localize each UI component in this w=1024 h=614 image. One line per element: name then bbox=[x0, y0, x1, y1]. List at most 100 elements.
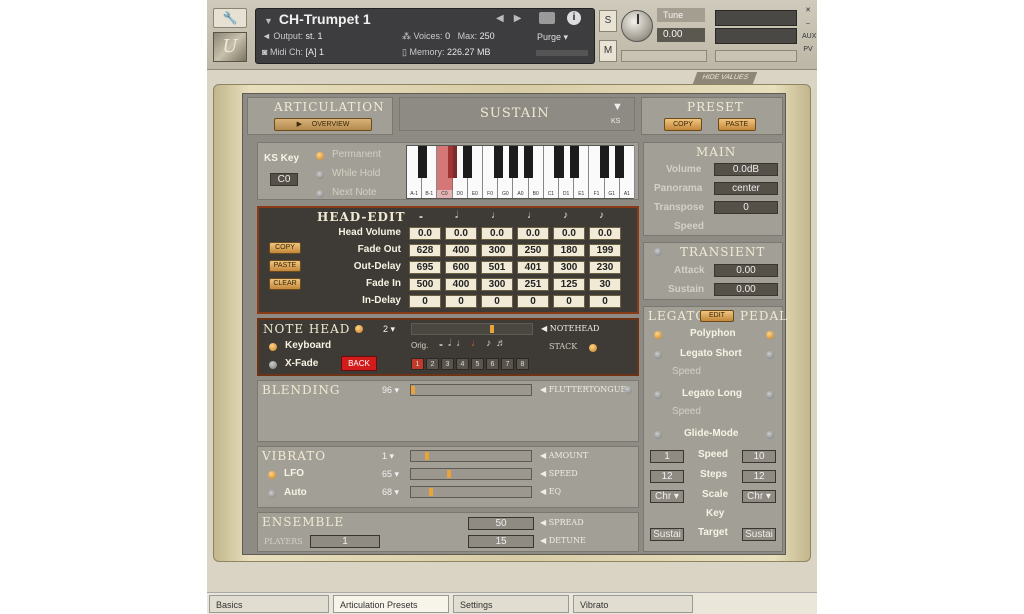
legato-long-option[interactable]: Legato Long bbox=[682, 388, 742, 399]
prev-next-arrows-icon[interactable]: ◀▶ bbox=[496, 13, 531, 24]
slider-thumb-icon[interactable] bbox=[425, 452, 429, 460]
lfo-option[interactable]: LFO bbox=[284, 468, 304, 479]
collapse-triangle-icon[interactable]: ▼ bbox=[264, 16, 273, 26]
lfo-radio-icon[interactable] bbox=[268, 471, 276, 479]
piano-black-key[interactable] bbox=[554, 146, 564, 178]
head-edit-value[interactable]: 0.0 bbox=[409, 227, 441, 240]
target-left-dropdown[interactable]: Sustai bbox=[650, 528, 684, 541]
info-icon[interactable]: i bbox=[567, 11, 581, 25]
next-note-option[interactable]: Next Note bbox=[332, 187, 376, 198]
articulation-selector[interactable]: SUSTAIN ▼ KS bbox=[399, 97, 635, 131]
wrench-icon[interactable]: 🔧 bbox=[213, 8, 247, 28]
vibrato-speed-slider[interactable] bbox=[410, 468, 532, 480]
blending-slider[interactable] bbox=[410, 384, 532, 396]
head-edit-clear-button[interactable]: CLEAR bbox=[269, 278, 301, 290]
glide-speed-right-value[interactable]: 10 bbox=[742, 450, 776, 463]
camera-icon[interactable] bbox=[539, 12, 555, 24]
head-edit-value[interactable]: 300 bbox=[481, 278, 513, 291]
head-edit-paste-button[interactable]: PASTE bbox=[269, 260, 301, 272]
head-edit-value[interactable]: 600 bbox=[445, 261, 477, 274]
xfade-option[interactable]: X-Fade bbox=[285, 358, 318, 369]
head-edit-value[interactable]: 628 bbox=[409, 244, 441, 257]
slider-thumb-icon[interactable] bbox=[490, 325, 494, 333]
blending-value[interactable]: 96 ▾ bbox=[382, 385, 399, 396]
note-head-page-button[interactable]: 7 bbox=[501, 358, 514, 370]
tab-articulation-presets[interactable]: Articulation Presets bbox=[333, 595, 449, 613]
head-edit-value[interactable]: 199 bbox=[589, 244, 621, 257]
head-edit-copy-button[interactable]: COPY bbox=[269, 242, 301, 254]
head-edit-value[interactable]: 695 bbox=[409, 261, 441, 274]
panorama-value[interactable]: center bbox=[714, 182, 778, 195]
head-edit-value[interactable]: 0 bbox=[517, 295, 549, 308]
note-head-toggle-icon[interactable] bbox=[355, 325, 363, 333]
instrument-name[interactable]: ▼ CH-Trumpet 1 bbox=[264, 11, 371, 27]
while-hold-radio-icon[interactable] bbox=[316, 171, 324, 179]
head-edit-value[interactable]: 400 bbox=[445, 244, 477, 257]
purge-dropdown[interactable]: Purge ▾ bbox=[537, 32, 568, 43]
head-edit-value[interactable]: 0.0 bbox=[481, 227, 513, 240]
head-edit-value[interactable]: 0 bbox=[481, 295, 513, 308]
piano-black-key[interactable] bbox=[508, 146, 518, 178]
head-edit-value[interactable]: 0.0 bbox=[517, 227, 549, 240]
dropdown-triangle-icon[interactable]: ▼ bbox=[612, 101, 623, 113]
next-note-radio-icon[interactable] bbox=[316, 190, 324, 198]
output-row[interactable]: ◄ Output: st. 1 bbox=[262, 31, 322, 41]
transpose-value[interactable]: 0 bbox=[714, 201, 778, 214]
head-edit-value[interactable]: 230 bbox=[589, 261, 621, 274]
half-note-icon[interactable]: 𝅗𝅥 bbox=[448, 338, 456, 349]
keyboard-radio-icon[interactable] bbox=[269, 343, 277, 351]
legato-long-right-icon[interactable] bbox=[766, 391, 774, 399]
overview-button[interactable]: ▶ OVERVIEW bbox=[274, 118, 372, 131]
glide-mode-left-icon[interactable] bbox=[654, 431, 662, 439]
head-edit-value[interactable]: 401 bbox=[517, 261, 549, 274]
head-edit-value[interactable]: 0.0 bbox=[445, 227, 477, 240]
note-head-page-button[interactable]: 8 bbox=[516, 358, 529, 370]
head-edit-value[interactable]: 0 bbox=[589, 295, 621, 308]
note-head-count[interactable]: 2 ▾ bbox=[383, 324, 395, 335]
legato-edit-button[interactable]: EDIT bbox=[700, 310, 734, 322]
slider-thumb-icon[interactable] bbox=[447, 470, 451, 478]
whole-note-icon[interactable]: 𝅝 bbox=[439, 338, 448, 349]
head-edit-value[interactable]: 0.0 bbox=[553, 227, 585, 240]
mute-button[interactable]: M bbox=[599, 40, 617, 62]
head-edit-value[interactable]: 0 bbox=[445, 295, 477, 308]
players-value[interactable]: 1 bbox=[310, 535, 380, 548]
vibrato-eq-slider[interactable] bbox=[410, 486, 532, 498]
while-hold-option[interactable]: While Hold bbox=[332, 168, 380, 179]
head-edit-value[interactable]: 30 bbox=[589, 278, 621, 291]
permanent-option[interactable]: Permanent bbox=[332, 149, 381, 160]
scale-right-dropdown[interactable]: Chr ▾ bbox=[742, 490, 776, 503]
head-edit-value[interactable]: 500 bbox=[409, 278, 441, 291]
blending-toggle-icon[interactable] bbox=[624, 386, 632, 394]
attack-value[interactable]: 0.00 bbox=[714, 264, 778, 277]
volume-value[interactable]: 0.0dB bbox=[714, 163, 778, 176]
spread-value[interactable]: 50 bbox=[468, 517, 534, 530]
piano-black-key[interactable] bbox=[569, 146, 579, 178]
quarter-note-icon[interactable]: ♩ bbox=[456, 338, 471, 349]
note-head-slider[interactable] bbox=[411, 323, 533, 335]
detune-value[interactable]: 15 bbox=[468, 535, 534, 548]
preset-paste-button[interactable]: PASTE bbox=[718, 118, 756, 131]
legato-short-right-icon[interactable] bbox=[766, 351, 774, 359]
steps-left-value[interactable]: 12 bbox=[650, 470, 684, 483]
polyphon-left-icon[interactable] bbox=[654, 331, 662, 339]
vibrato-amount-slider[interactable] bbox=[410, 450, 532, 462]
head-edit-value[interactable]: 0.0 bbox=[589, 227, 621, 240]
note-head-page-button[interactable]: 5 bbox=[471, 358, 484, 370]
head-edit-value[interactable]: 251 bbox=[517, 278, 549, 291]
keyswitch-keyboard[interactable]: A-1 B-1 C0 D0 E0 F0 G0 A0 B0 C1 D1 E1 F1 G1 A1 bbox=[406, 145, 635, 199]
head-edit-value[interactable]: 0 bbox=[553, 295, 585, 308]
note-value-selector[interactable]: 𝅝𝅗𝅥♩♩♪♬ bbox=[439, 338, 533, 352]
piano-black-key[interactable] bbox=[463, 146, 473, 178]
vibrato-speed-value[interactable]: 65 ▾ bbox=[382, 469, 399, 480]
volume-slider[interactable] bbox=[715, 50, 797, 62]
target-right-dropdown[interactable]: Sustai bbox=[742, 528, 776, 541]
piano-black-key[interactable] bbox=[615, 146, 625, 178]
head-edit-value[interactable]: 400 bbox=[445, 278, 477, 291]
polyphon-option[interactable]: Polyphon bbox=[690, 328, 736, 339]
note-head-page-button[interactable]: 3 bbox=[441, 358, 454, 370]
stack-toggle-icon[interactable] bbox=[589, 344, 597, 352]
vibrato-amount-value[interactable]: 1 ▾ bbox=[382, 451, 394, 462]
close-icon[interactable]: ✕ bbox=[802, 6, 814, 14]
hide-values-button[interactable]: HIDE VALUES bbox=[692, 72, 758, 84]
